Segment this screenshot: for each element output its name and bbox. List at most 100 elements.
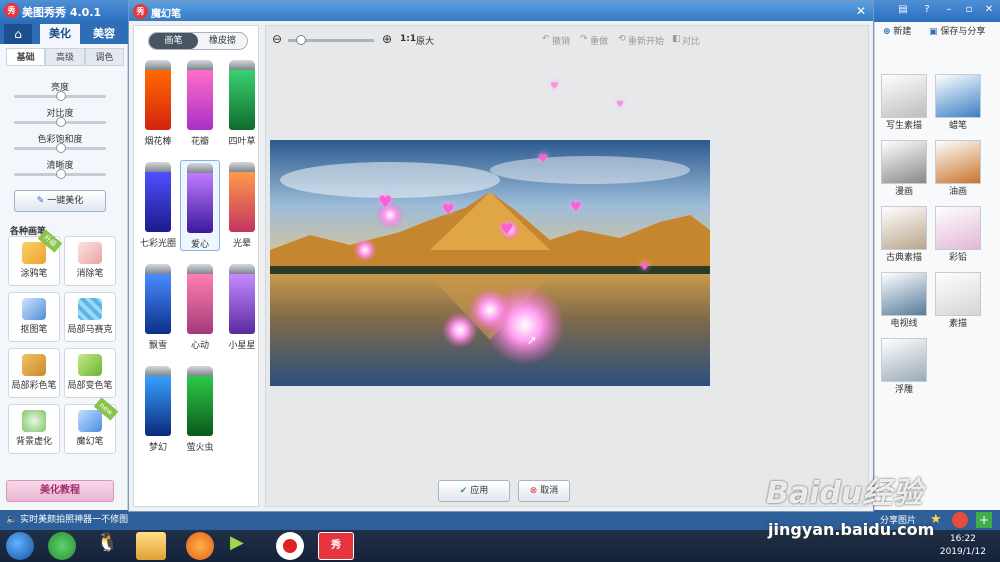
slider-track[interactable] [14, 143, 106, 153]
slider-track[interactable] [14, 169, 106, 179]
add-share-icon[interactable]: + [976, 512, 992, 528]
pen-5[interactable]: 爱心 [180, 160, 220, 251]
slider-knob[interactable] [56, 143, 66, 153]
pen-1[interactable]: 烟花棒 [138, 58, 178, 147]
slider-track[interactable] [14, 91, 106, 101]
pen-body [145, 376, 171, 436]
help-icon[interactable]: ? [920, 3, 934, 17]
slider-track[interactable] [14, 117, 106, 127]
slider-contrast[interactable]: 对比度 [14, 106, 106, 127]
effect-3[interactable]: 漫画 [881, 140, 927, 197]
zoom-knob[interactable] [296, 35, 306, 45]
tab-beautify[interactable]: 美化 [40, 24, 80, 44]
mode-eraser[interactable]: 橡皮擦 [198, 33, 247, 49]
dialog-close-icon[interactable]: ✕ [853, 3, 869, 19]
meitu-logo-icon: 秀 [4, 3, 19, 18]
pen-3[interactable]: 四叶草 [222, 58, 262, 147]
tool-mosaic[interactable]: 局部马赛克 [64, 292, 116, 342]
restart-icon[interactable]: ⟲ [618, 34, 626, 44]
status-text[interactable]: 实时美颜拍照神器一不修图 [20, 515, 128, 525]
maximize-icon[interactable]: ▫ [962, 3, 976, 17]
file-explorer-icon[interactable] [136, 532, 166, 560]
pen-4[interactable]: 七彩光圈 [138, 160, 178, 249]
pen-2[interactable]: 花瓣 [180, 58, 220, 147]
redo-icon[interactable]: ↷ [580, 34, 588, 44]
tool-recolor-pen[interactable]: 局部变色笔 [64, 348, 116, 398]
slider-sharpness[interactable]: 清晰度 [14, 158, 106, 179]
slider-saturation[interactable]: 色彩饱和度 [14, 132, 106, 153]
weibo-icon[interactable] [952, 512, 968, 528]
effect-label: 油画 [948, 187, 967, 197]
tool-background-blur[interactable]: 背景虚化 [8, 404, 60, 454]
record-icon[interactable] [276, 532, 304, 560]
undo-icon[interactable]: ↶ [542, 34, 550, 44]
save-share-button[interactable]: ▣ 保存与分享 [929, 24, 985, 40]
compare-button[interactable]: 对比 [682, 34, 700, 47]
pen-label: 萤火虫 [186, 443, 214, 453]
pen-10[interactable]: 梦幻 [138, 364, 178, 453]
canvas-toolbar: ⊖ ⊕ 1:1 原大 ↶ 撤销 ↷ 重做 ⟲ 重新开始 ◧ 对比 [266, 26, 868, 54]
pen-8[interactable]: 心动 [180, 262, 220, 351]
pen-body [187, 173, 213, 233]
minimize-icon[interactable]: – [942, 3, 956, 17]
effect-2[interactable]: 蜡笔 [935, 74, 981, 131]
close-icon[interactable]: ✕ [982, 3, 996, 17]
meitu-taskbar-icon[interactable]: 秀 [318, 532, 354, 560]
zoom-slider[interactable] [288, 35, 374, 45]
slider-knob[interactable] [56, 91, 66, 101]
qq-icon[interactable]: 🐧 [96, 532, 132, 560]
zoom-1to1-button[interactable]: 1:1 [400, 34, 416, 44]
tool-cutout-pen[interactable]: 抠图笔 [8, 292, 60, 342]
heart-sparkle: ♥ [550, 81, 559, 92]
effect-8[interactable]: 素描 [935, 272, 981, 329]
compare-icon[interactable]: ◧ [672, 34, 681, 44]
baidu-watermark: Baidu经验 [766, 476, 923, 511]
plus-icon: ⊕ [883, 27, 891, 37]
app-title: 美图秀秀 4.0.1 [22, 6, 102, 19]
home-icon[interactable]: ⌂ [4, 24, 32, 44]
tool-eraser-pen[interactable]: 消除笔 [64, 236, 116, 286]
zoom-in-icon[interactable]: ⊕ [382, 32, 392, 46]
effect-6[interactable]: 彩铅 [935, 206, 981, 263]
pen-7[interactable]: 飘雪 [138, 262, 178, 351]
mode-brush[interactable]: 画笔 [149, 33, 198, 49]
tab-beauty[interactable]: 美容 [84, 24, 124, 44]
redo-button[interactable]: 重做 [590, 34, 608, 47]
beautify-tutorial-button[interactable]: 美化教程 [6, 480, 114, 502]
new-button[interactable]: ⊕ 新建 [883, 24, 911, 40]
system-clock[interactable]: 16:22 2019/1/12 [940, 533, 986, 559]
brush-eraser-switch[interactable]: 画笔 橡皮擦 [148, 32, 248, 50]
effect-7[interactable]: 电视线 [881, 272, 927, 329]
effect-5[interactable]: 古典素描 [881, 206, 927, 263]
tool-magic-pen[interactable]: 魔幻笔 new [64, 397, 119, 454]
apply-button[interactable]: ✔ 应用 [438, 480, 510, 502]
subtab-basic[interactable]: 基础 [6, 48, 46, 66]
zoom-out-icon[interactable]: ⊖ [272, 32, 282, 46]
subtab-color[interactable]: 调色 [84, 48, 124, 66]
effect-thumbnail [881, 74, 927, 118]
undo-button[interactable]: 撤销 [552, 34, 570, 47]
effect-1[interactable]: 写生素描 [881, 74, 927, 131]
cancel-button[interactable]: ⊗ 取消 [518, 480, 570, 502]
restart-button[interactable]: 重新开始 [628, 34, 664, 47]
slider-brightness[interactable]: 亮度 [14, 80, 106, 101]
start-menu-icon[interactable] [6, 532, 34, 560]
effect-4[interactable]: 油画 [935, 140, 981, 197]
app-360-icon[interactable] [48, 532, 76, 560]
media-player-icon[interactable]: ▶ [230, 532, 266, 560]
pen-9[interactable]: 小星星 [222, 262, 262, 351]
slider-knob[interactable] [56, 117, 66, 127]
firefox-icon[interactable] [186, 532, 214, 560]
pen-6[interactable]: 光晕 [222, 160, 262, 249]
slider-knob[interactable] [56, 169, 66, 179]
pen-cap [145, 366, 171, 376]
tool-color-pen[interactable]: 局部彩色笔 [8, 348, 60, 398]
original-size-button[interactable]: 原大 [416, 34, 434, 47]
effect-9[interactable]: 浮雕 [881, 338, 927, 395]
subtab-advanced[interactable]: 高级 [45, 48, 85, 66]
photo-canvas[interactable]: ♥ ♥ ♥ ♥ ♥ ♥ ➚ [270, 140, 710, 386]
pen-11[interactable]: 萤火虫 [180, 364, 220, 453]
tool-doodle-pen[interactable]: 涂鸦笔 升级 [8, 229, 63, 286]
one-click-beautify-button[interactable]: ✎ 一键美化 [14, 190, 106, 212]
skin-icon[interactable]: ▤ [896, 3, 910, 17]
